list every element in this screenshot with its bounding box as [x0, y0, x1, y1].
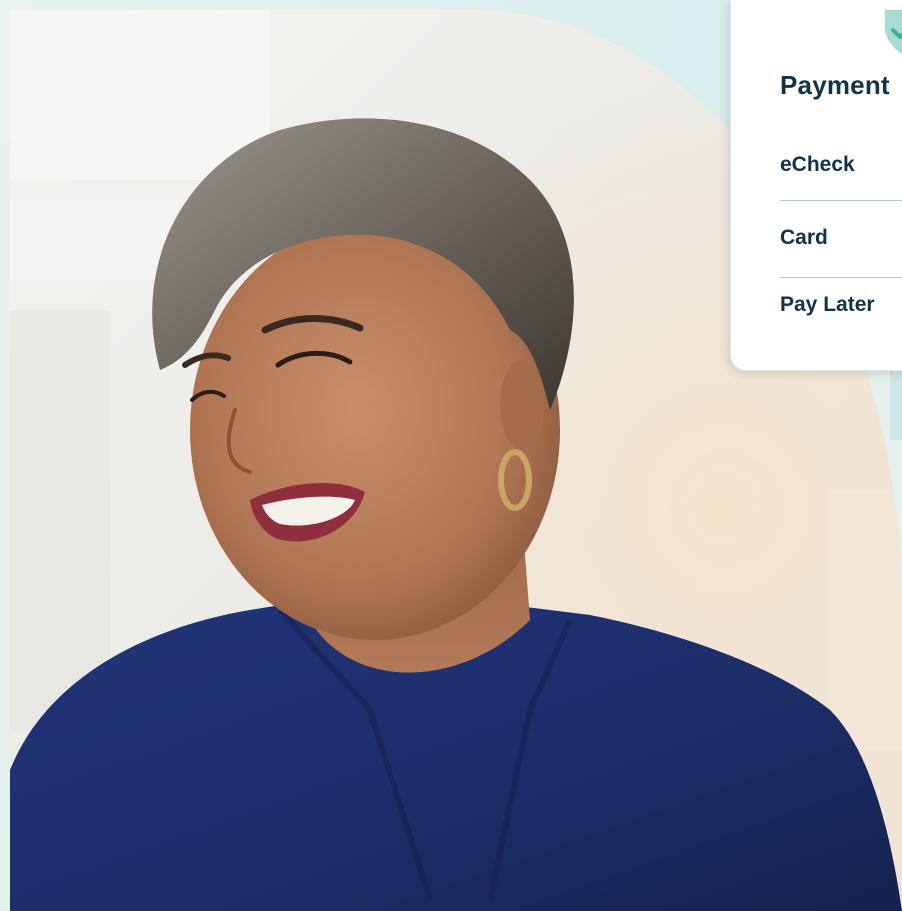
payment-option-card[interactable]: Card	[780, 226, 828, 250]
shield-check-icon	[885, 10, 902, 54]
payment-options-card: Payment eCheck Card Pay Later	[730, 0, 902, 371]
payment-option-echeck[interactable]: eCheck	[780, 153, 855, 177]
payment-option-pay-later[interactable]: Pay Later	[780, 293, 875, 317]
page-canvas: Payment eCheck Card Pay Later	[0, 0, 902, 911]
option-divider	[780, 277, 902, 278]
option-divider	[780, 200, 902, 201]
payment-title: Payment	[780, 70, 890, 100]
mint-edge-accent	[890, 360, 902, 440]
